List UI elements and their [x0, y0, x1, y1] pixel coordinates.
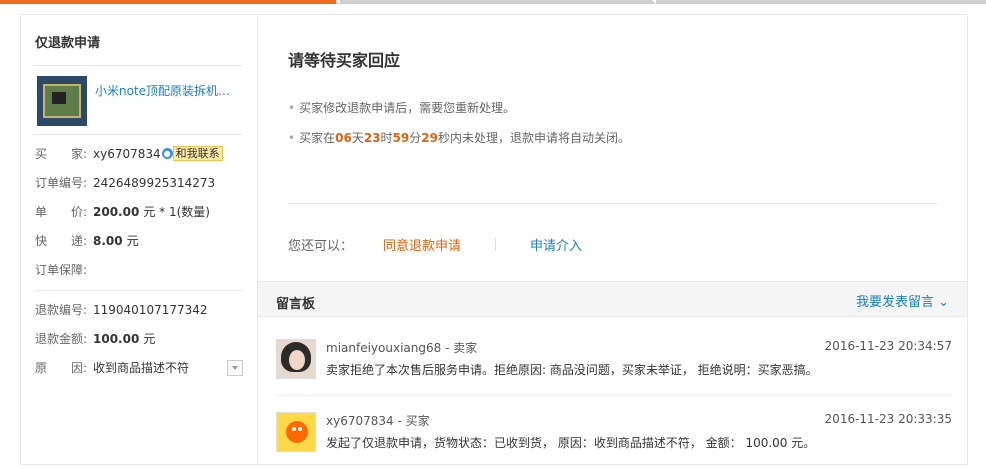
- chat-icon[interactable]: ●: [161, 148, 173, 159]
- countdown-seconds: 29: [421, 131, 438, 145]
- refund-number-row: 退款编号: 119040107177342: [35, 295, 243, 324]
- progress-steps-bar: [0, 0, 986, 4]
- countdown-days: 06: [335, 131, 352, 145]
- message-author: xy6707834 - 买家: [326, 414, 430, 428]
- progress-step-separator: [652, 0, 656, 4]
- message-text: 卖家拒绝了本次售后服务申请。拒绝原因: 商品没问题，买家未举证， 拒绝说明：买家…: [326, 363, 818, 377]
- order-label: 订单编号:: [35, 176, 88, 190]
- agree-refund-button[interactable]: 同意退款申请: [383, 235, 461, 254]
- refund-amount-unit: 元: [143, 332, 156, 346]
- refund-number-value: 119040107177342: [93, 302, 208, 317]
- order-number-link[interactable]: 2426489925314273: [93, 176, 215, 190]
- price-row: 单 价: 200.00 元 * 1(数量): [35, 197, 243, 226]
- product-thumbnail[interactable]: [37, 76, 87, 126]
- price-label: 单 价:: [35, 205, 88, 219]
- reason-label: 原 因:: [35, 361, 88, 375]
- shipping-value: 8.00: [93, 233, 123, 248]
- divider: [288, 203, 938, 204]
- message-text: 发起了仅退款申请，货物状态：已收到货， 原因：收到商品描述不符， 金额： 100…: [326, 436, 816, 450]
- buyer-label: 买 家:: [35, 147, 88, 161]
- message-time: 2016-11-23 20:34:57: [824, 339, 952, 353]
- price-value: 200.00: [93, 204, 140, 219]
- action-separator: [495, 238, 497, 251]
- buyer-row: 买 家: xy6707834 ● 和我联系: [35, 139, 243, 168]
- request-intervention-link[interactable]: 申请介入: [530, 235, 582, 254]
- countdown-note: • 买家在06天23时59分29秒内未处理，退款申请将自动关闭。: [288, 131, 630, 145]
- actions-label: 您还可以：: [288, 239, 354, 254]
- contact-me-button[interactable]: 和我联系: [172, 146, 223, 161]
- message-board-header: 留言板 我要发表留言 ⌄: [258, 281, 967, 317]
- message-time: 2016-11-23 20:33:35: [824, 412, 952, 426]
- avatar: [276, 339, 316, 379]
- panel-title: 仅退款申请: [35, 15, 243, 66]
- message-author: mianfeiyouxiang68 - 卖家: [326, 341, 478, 355]
- post-message-link[interactable]: 我要发表留言 ⌄: [856, 291, 949, 310]
- status-heading: 请等待买家回应: [288, 51, 401, 70]
- buyer-name: xy6707834: [93, 146, 161, 161]
- refund-amount-value: 100.00: [93, 331, 140, 346]
- actions-row: 您还可以： 同意退款申请 申请介入: [288, 235, 582, 254]
- progress-step-active: [0, 0, 336, 4]
- order-info-panel: 仅退款申请 小米note顶配原装拆机坏… 买 家: xy6707834 ● 和我…: [20, 14, 258, 465]
- refund-number-label: 退款编号:: [35, 303, 88, 317]
- price-quantity: 元 * 1(数量): [143, 205, 210, 219]
- reason-row: 原 因: 收到商品描述不符: [35, 353, 243, 382]
- refund-amount-label: 退款金额:: [35, 332, 88, 346]
- guarantee-row: 订单保障:: [35, 255, 243, 284]
- progress-step-separator: [336, 0, 340, 4]
- shipping-unit: 元: [126, 234, 139, 248]
- chevron-down-icon[interactable]: [227, 359, 243, 376]
- refund-amount-row: 退款金额: 100.00 元: [35, 324, 243, 353]
- guarantee-label: 订单保障:: [35, 263, 88, 277]
- message-divider: [276, 395, 952, 396]
- countdown-hours: 23: [363, 131, 381, 145]
- order-number-row: 订单编号: 2426489925314273: [35, 168, 243, 197]
- reason-value: 收到商品描述不符: [93, 361, 190, 375]
- chevron-down-icon: ⌄: [938, 295, 949, 310]
- product-title-link[interactable]: 小米note顶配原装拆机坏…: [95, 82, 241, 99]
- avatar: [276, 412, 316, 452]
- shipping-row: 快 递: 8.00 元: [35, 226, 243, 255]
- countdown-minutes: 59: [392, 131, 410, 145]
- message-board-title: 留言板: [276, 297, 316, 312]
- shipping-label: 快 递:: [35, 234, 88, 248]
- product-item[interactable]: 小米note顶配原装拆机坏…: [35, 66, 243, 135]
- refund-status-panel: 请等待买家回应 • 买家修改退款申请后，需要您重新处理。 • 买家在06天23时59…: [258, 14, 968, 465]
- status-note: • 买家修改退款申请后，需要您重新处理。: [288, 101, 516, 115]
